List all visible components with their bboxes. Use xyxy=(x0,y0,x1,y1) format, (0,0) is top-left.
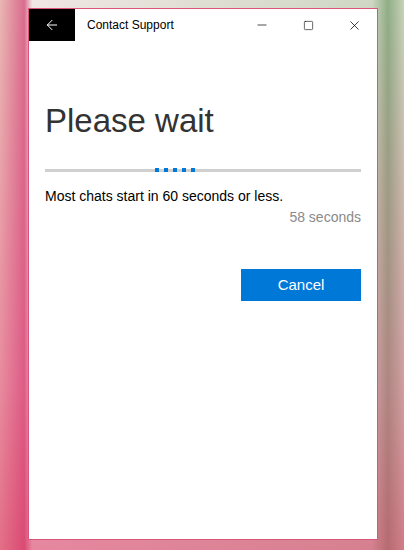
desktop: Contact Support Please wait Most chats sta… xyxy=(0,0,404,550)
back-arrow-icon xyxy=(44,17,60,33)
cancel-button[interactable]: Cancel xyxy=(241,269,361,301)
heading: Please wait xyxy=(45,99,361,143)
progress-track xyxy=(45,169,361,172)
progress-dot xyxy=(164,168,168,172)
window-title: Contact Support xyxy=(75,9,239,41)
title-bar: Contact Support xyxy=(29,9,377,41)
message: Most chats start in 60 seconds or less. xyxy=(45,186,361,206)
maximize-icon xyxy=(303,20,314,31)
close-button[interactable] xyxy=(331,9,377,41)
close-icon xyxy=(347,18,362,33)
progress-dot xyxy=(173,168,177,172)
button-row: Cancel xyxy=(45,269,361,301)
app-window: Contact Support Please wait Most chats sta… xyxy=(28,8,378,540)
progress-dot xyxy=(155,168,159,172)
countdown: 58 seconds xyxy=(45,207,361,227)
progress-dot xyxy=(182,168,186,172)
progress-dot xyxy=(191,168,195,172)
maximize-button[interactable] xyxy=(285,9,331,41)
progress-dots xyxy=(155,168,195,172)
minimize-button[interactable] xyxy=(239,9,285,41)
content: Please wait Most chats start in 60 second… xyxy=(29,41,377,301)
back-button[interactable] xyxy=(29,9,75,41)
minimize-icon xyxy=(255,18,269,32)
